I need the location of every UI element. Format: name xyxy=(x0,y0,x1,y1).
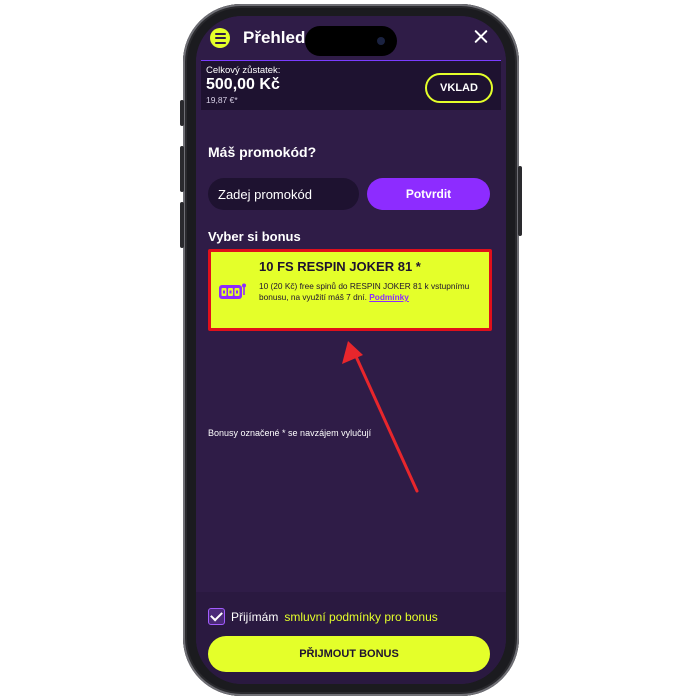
app-screen: Přehled Celkový zůstatek: 500,00 Kč 19,8… xyxy=(196,16,506,684)
bonus-section-title: Vyber si bonus xyxy=(208,229,301,244)
bonus-description-text: 10 (20 Kč) free spinů do RESPIN JOKER 81… xyxy=(259,281,470,302)
bonus-terms-link[interactable]: Podmínky xyxy=(369,292,409,302)
balance-card: Celkový zůstatek: 500,00 Kč 19,87 €* VKL… xyxy=(201,60,501,110)
bonus-footnote: Bonusy označené * se navzájem vylučují xyxy=(208,428,372,438)
hamburger-icon[interactable] xyxy=(210,28,230,48)
accept-bonus-button[interactable]: PŘIJMOUT BONUS xyxy=(208,636,490,672)
phone-volume-up-button xyxy=(180,146,184,192)
bonus-card[interactable]: 10 FS RESPIN JOKER 81 * 10 (20 Kč) free … xyxy=(208,249,492,331)
terms-prefix: Přijímám xyxy=(231,609,279,624)
balance-label: Celkový zůstatek: xyxy=(206,65,281,76)
terms-row: Přijímám smluvní podmínky pro bonus xyxy=(208,608,438,625)
balance-eur: 19,87 €* xyxy=(206,95,238,105)
phone-action-button xyxy=(180,100,184,126)
deposit-button[interactable]: VKLAD xyxy=(425,73,493,103)
page-title: Přehled xyxy=(243,28,306,47)
bonus-name: 10 FS RESPIN JOKER 81 * xyxy=(259,259,421,274)
promo-code-input[interactable] xyxy=(208,178,359,210)
slot-machine-icon xyxy=(219,283,246,299)
close-icon[interactable] xyxy=(470,26,492,48)
balance-amount: 500,00 Kč xyxy=(206,76,280,93)
terms-link[interactable]: smluvní podmínky pro bonus xyxy=(284,610,437,624)
dynamic-island xyxy=(305,26,397,56)
camera-icon xyxy=(377,37,385,45)
confirm-promo-button[interactable]: Potvrdit xyxy=(367,178,490,210)
phone-volume-down-button xyxy=(180,202,184,248)
bonus-description: 10 (20 Kč) free spinů do RESPIN JOKER 81… xyxy=(259,281,489,303)
promo-title: Máš promokód? xyxy=(208,144,317,160)
phone-power-button xyxy=(518,166,522,236)
terms-checkbox[interactable] xyxy=(208,608,225,625)
